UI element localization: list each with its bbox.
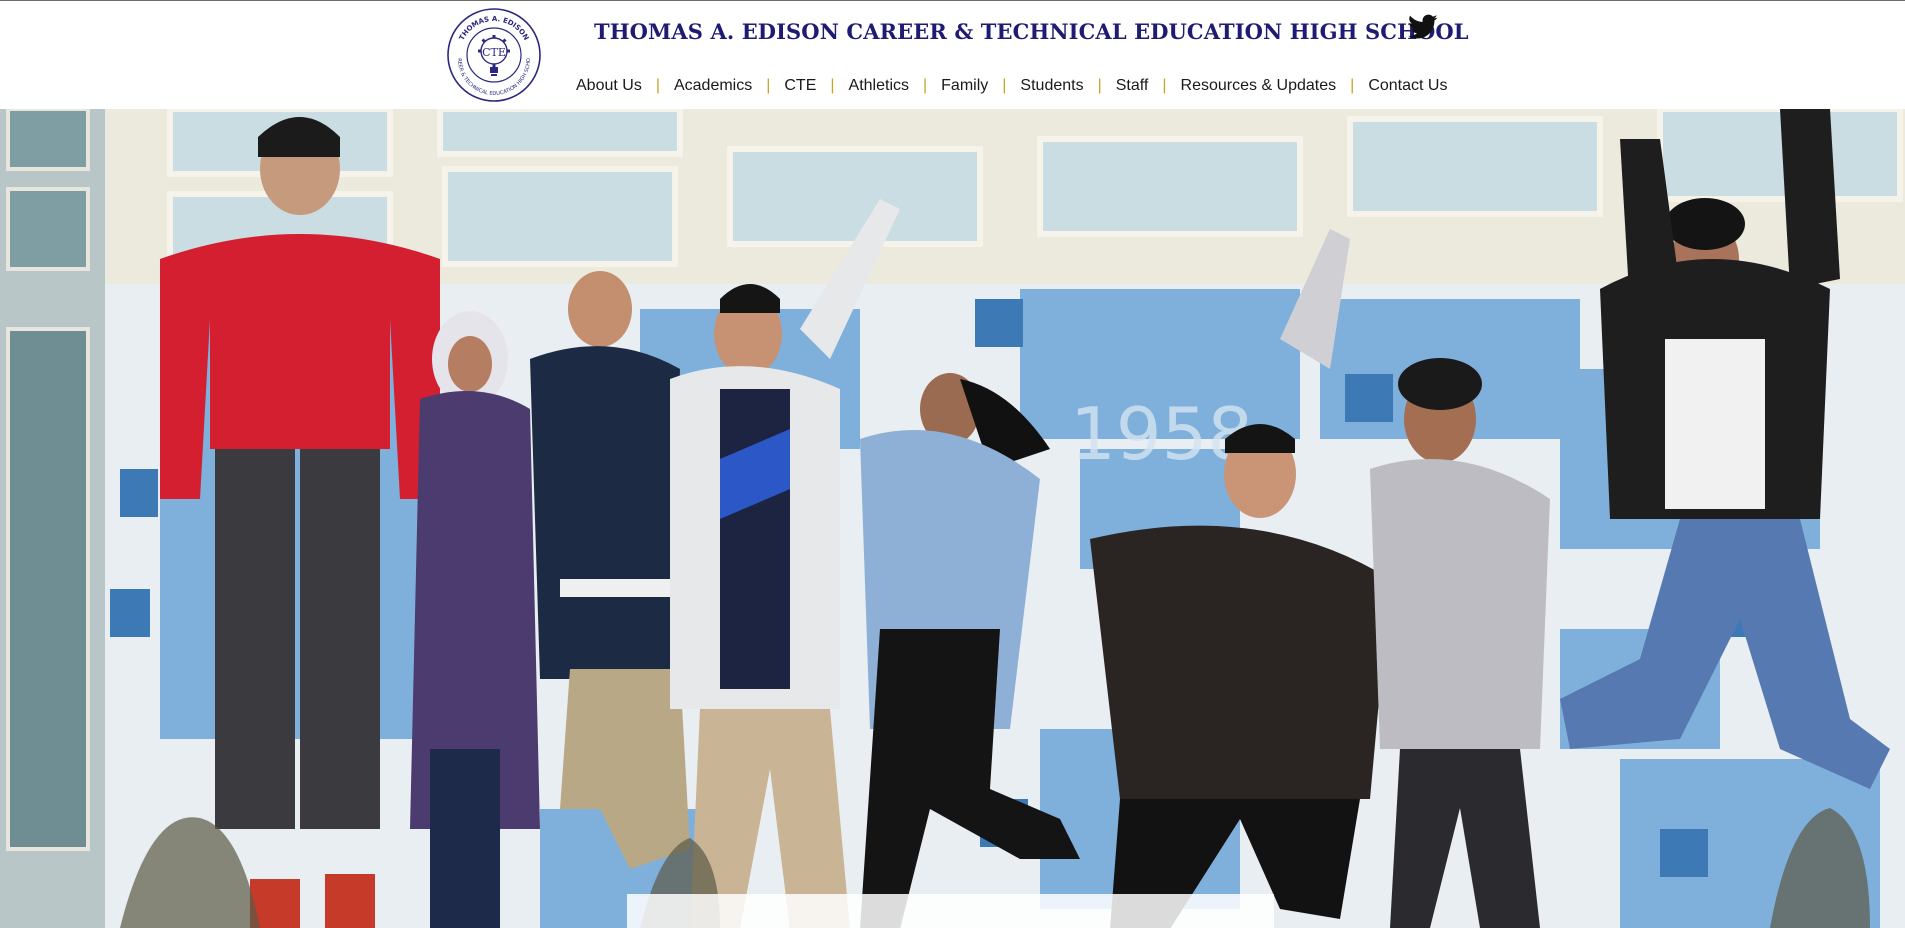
nav-item-academics[interactable]: Academics	[666, 71, 760, 101]
nav-separator: |	[830, 77, 835, 94]
nav-item-staff[interactable]: Staff	[1108, 71, 1157, 101]
nav-separator: |	[923, 77, 928, 94]
hero-caption-panel	[627, 894, 1274, 928]
main-nav: About Us | Academics | CTE | Athletics |…	[568, 71, 1455, 101]
nav-item-about-us[interactable]: About Us	[568, 71, 650, 101]
hero-students-jumping-photo: 1958	[0, 109, 1905, 928]
nav-item-athletics[interactable]: Athletics	[841, 71, 917, 101]
nav-item-resources-updates[interactable]: Resources & Updates	[1173, 71, 1345, 101]
school-seal-icon: THOMAS A. EDISON CAREER & TECHNICAL EDUC…	[444, 3, 541, 102]
nav-item-cte[interactable]: CTE	[776, 71, 824, 101]
nav-separator: |	[655, 77, 660, 94]
nav-separator: |	[1097, 77, 1102, 94]
nav-separator: |	[1350, 77, 1355, 94]
twitter-link[interactable]	[1408, 14, 1438, 40]
school-name-title[interactable]: THOMAS A. EDISON CAREER & TECHNICAL EDUC…	[594, 15, 1469, 49]
nav-item-students[interactable]: Students	[1012, 71, 1091, 101]
nav-item-contact-us[interactable]: Contact Us	[1360, 71, 1455, 101]
nav-item-family[interactable]: Family	[933, 71, 996, 101]
twitter-icon	[1408, 14, 1438, 39]
nav-separator: |	[1002, 77, 1007, 94]
hero-image: 1958	[0, 109, 1905, 928]
seal-monogram: CTE	[482, 46, 506, 59]
nav-separator: |	[1162, 77, 1167, 94]
school-logo-link[interactable]: THOMAS A. EDISON CAREER & TECHNICAL EDUC…	[444, 3, 542, 103]
nav-separator: |	[766, 77, 771, 94]
site-header: THOMAS A. EDISON CAREER & TECHNICAL EDUC…	[0, 1, 1905, 109]
